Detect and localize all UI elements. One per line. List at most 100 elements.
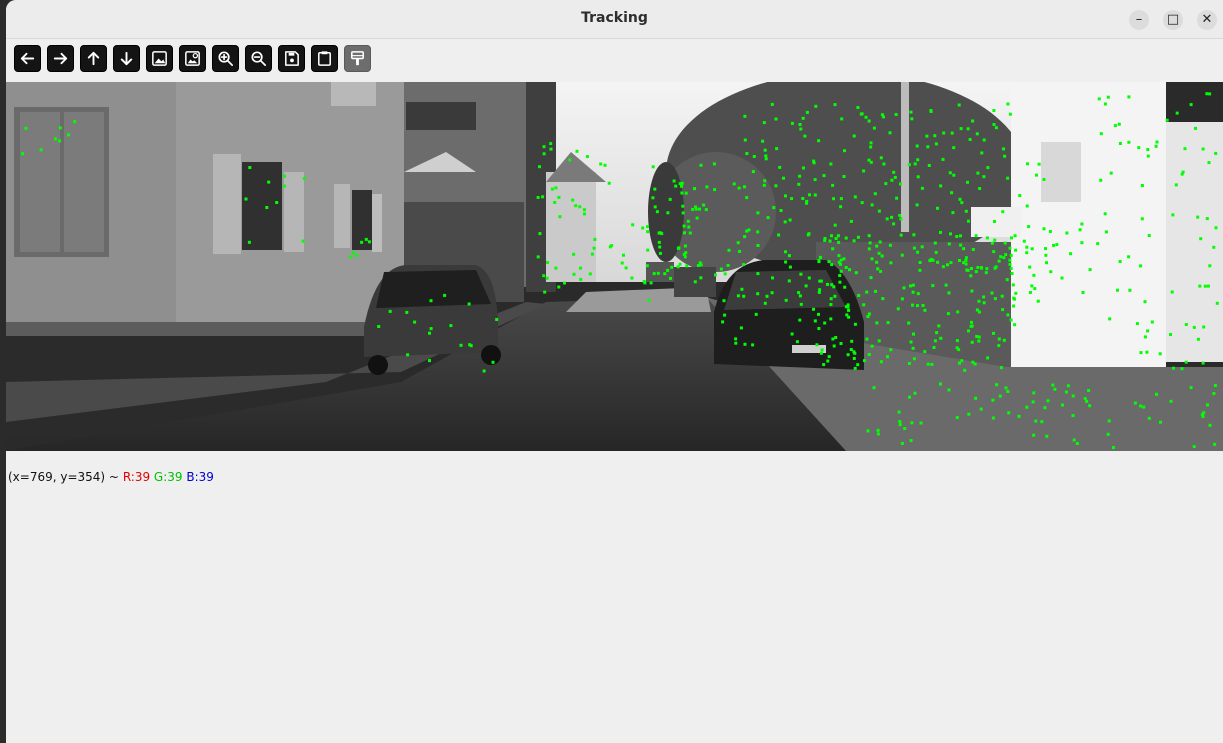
keypoint-marker: [947, 242, 951, 246]
keypoint-marker: [702, 203, 706, 207]
keypoint-marker: [982, 295, 986, 299]
keypoint-marker: [801, 197, 805, 200]
keypoint-marker: [982, 175, 986, 179]
zoom-out-button[interactable]: [245, 45, 272, 72]
keypoint-marker: [575, 149, 579, 153]
keypoint-marker: [1022, 239, 1026, 243]
keypoint-marker: [842, 175, 846, 178]
keypoint-marker: [655, 210, 659, 214]
minimize-button[interactable]: –: [1129, 10, 1149, 30]
keypoint-marker: [491, 360, 495, 364]
keypoint-marker: [847, 315, 851, 319]
keypoint-marker: [839, 342, 843, 345]
keypoint-marker: [798, 123, 802, 126]
keypoint-marker: [1036, 299, 1040, 303]
keypoint-marker: [244, 197, 248, 201]
keypoint-marker: [620, 261, 624, 265]
keypoint-marker: [820, 348, 824, 352]
zoom-original-button[interactable]: [179, 45, 206, 72]
keypoint-marker: [1147, 416, 1151, 420]
keypoint-marker: [1169, 399, 1173, 403]
image-view[interactable]: [6, 82, 1223, 451]
keypoint-marker: [834, 237, 838, 240]
keypoint-marker: [999, 255, 1003, 259]
keypoint-marker: [355, 254, 359, 258]
zoom-in-button[interactable]: [212, 45, 239, 72]
keypoint-marker: [1025, 405, 1029, 409]
keypoint-marker: [900, 442, 904, 445]
keypoint-marker: [909, 340, 913, 344]
keypoint-marker: [992, 109, 996, 112]
pan-right-button[interactable]: [47, 45, 74, 72]
keypoint-marker: [889, 261, 893, 265]
close-button[interactable]: ✕: [1197, 10, 1217, 30]
keypoint-marker: [1071, 394, 1075, 398]
keypoint-marker: [817, 139, 821, 143]
keypoint-marker: [756, 272, 760, 276]
keypoint-marker: [829, 297, 833, 301]
camera-frame[interactable]: [6, 82, 1223, 451]
keypoint-marker: [1202, 325, 1206, 329]
keypoint-marker: [1146, 154, 1150, 158]
keypoint-marker: [836, 234, 840, 238]
keypoint-marker: [832, 285, 836, 289]
keypoint-marker: [892, 170, 896, 174]
keypoint-marker: [869, 276, 873, 280]
keypoint-marker: [1127, 140, 1131, 144]
keypoint-marker: [798, 174, 802, 178]
keypoint-marker: [784, 194, 787, 198]
keypoint-marker: [837, 240, 841, 244]
pan-down-button[interactable]: [113, 45, 140, 72]
keypoint-marker: [844, 236, 848, 240]
keypoint-marker: [807, 232, 811, 236]
keypoint-marker: [1046, 399, 1050, 403]
keypoint-marker: [976, 266, 980, 269]
keypoint-marker: [536, 196, 540, 199]
keypoint-marker: [934, 250, 938, 254]
keypoint-marker: [966, 180, 969, 184]
keypoint-marker: [990, 291, 994, 295]
keypoint-marker: [812, 161, 816, 165]
keypoint-marker: [812, 307, 815, 311]
keypoint-marker: [895, 196, 899, 200]
keypoint-marker: [898, 423, 902, 427]
copy-clipboard-button[interactable]: [311, 45, 338, 72]
green-value: G:39: [153, 470, 183, 484]
keypoint-marker: [684, 251, 688, 255]
keypoint-marker: [659, 251, 662, 255]
keypoint-marker: [1042, 227, 1046, 231]
keypoint-marker: [714, 273, 717, 277]
keypoint-marker: [864, 115, 868, 119]
pan-up-button[interactable]: [80, 45, 107, 72]
keypoint-marker: [557, 285, 561, 289]
keypoint-marker: [745, 152, 749, 155]
zoom-fit-button[interactable]: [146, 45, 173, 72]
clipboard-icon: [318, 51, 331, 66]
keypoint-marker: [867, 312, 871, 316]
keypoint-marker: [830, 263, 834, 267]
keypoint-marker: [815, 343, 819, 347]
keypoint-marker: [1075, 442, 1079, 445]
save-image-button[interactable]: [278, 45, 305, 72]
keypoint-marker: [986, 356, 990, 360]
keypoint-marker: [1146, 148, 1150, 151]
maximize-button[interactable]: □: [1163, 10, 1183, 30]
keypoint-marker: [743, 114, 747, 118]
keypoint-marker: [881, 297, 885, 301]
arrow-left-icon: [20, 52, 35, 65]
keypoint-marker: [832, 197, 835, 201]
keypoint-marker: [899, 217, 903, 221]
keypoint-marker: [852, 134, 856, 138]
properties-button[interactable]: [344, 45, 371, 72]
keypoint-marker: [853, 366, 857, 370]
keypoint-marker: [957, 103, 961, 107]
keypoint-marker: [907, 362, 911, 365]
keypoint-marker: [967, 412, 971, 416]
keypoint-marker: [1139, 264, 1143, 268]
keypoint-marker: [941, 157, 945, 161]
keypoint-marker: [1030, 284, 1034, 288]
keypoint-marker: [911, 346, 915, 350]
pan-left-button[interactable]: [14, 45, 41, 72]
keypoint-marker: [879, 360, 883, 364]
keypoint-marker: [647, 299, 651, 302]
